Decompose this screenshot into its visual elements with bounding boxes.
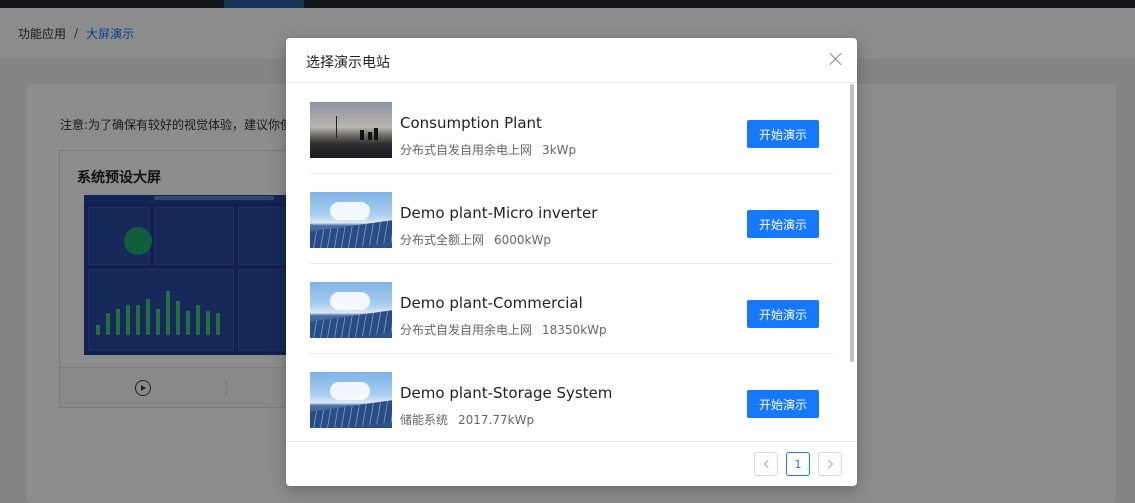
plant-capacity: 3kWp: [542, 143, 577, 157]
modal-header: 选择演示电站: [286, 38, 857, 83]
list-item: Consumption Plant 分布式自发自用余电上网 3kWp 开始演示: [310, 84, 833, 174]
list-item: Demo plant-Micro inverter 分布式全额上网 6000kWp…: [310, 174, 833, 264]
plant-name: Demo plant-Commercial: [400, 294, 583, 312]
plant-type: 储能系统: [400, 413, 449, 427]
start-demo-button[interactable]: 开始演示: [747, 210, 819, 238]
select-plant-modal: 选择演示电站 Consumption Plant 分布式自发自用余电上网 3kWp…: [286, 38, 857, 486]
plant-name: Consumption Plant: [400, 114, 542, 132]
plant-capacity: 18350kWp: [542, 323, 607, 337]
plant-info: 分布式自发自用余电上网 3kWp: [400, 141, 576, 158]
plant-list: Consumption Plant 分布式自发自用余电上网 3kWp 开始演示 D…: [286, 84, 857, 440]
list-item: Demo plant-Commercial 分布式自发自用余电上网 18350kW…: [310, 264, 833, 354]
start-demo-button[interactable]: 开始演示: [747, 300, 819, 328]
plant-info: 分布式全额上网 6000kWp: [400, 231, 551, 248]
plant-type: 分布式自发自用余电上网: [400, 143, 533, 157]
chevron-right-icon: [824, 459, 833, 469]
pagination-next-button[interactable]: [818, 452, 842, 476]
plant-thumbnail: [310, 102, 392, 158]
plant-type: 分布式自发自用余电上网: [400, 323, 533, 337]
pagination-page-button[interactable]: 1: [786, 452, 810, 476]
plant-thumbnail: [310, 372, 392, 428]
modal-footer: 1: [286, 441, 857, 486]
modal-title: 选择演示电站: [306, 55, 390, 71]
list-scrollbar[interactable]: [849, 84, 855, 440]
chevron-left-icon: [763, 459, 772, 469]
plant-name: Demo plant-Storage System: [400, 384, 613, 402]
list-item: Demo plant-Storage System 储能系统 2017.77kWp…: [310, 354, 833, 440]
plant-info: 储能系统 2017.77kWp: [400, 411, 534, 428]
plant-thumbnail: [310, 282, 392, 338]
plant-capacity: 2017.77kWp: [458, 413, 535, 427]
plant-capacity: 6000kWp: [494, 233, 551, 247]
plant-thumbnail: [310, 192, 392, 248]
scrollbar-thumb[interactable]: [850, 84, 854, 362]
plant-info: 分布式自发自用余电上网 18350kWp: [400, 321, 607, 338]
start-demo-button[interactable]: 开始演示: [747, 390, 819, 418]
plant-name: Demo plant-Micro inverter: [400, 204, 598, 222]
pagination-prev-button[interactable]: [754, 452, 778, 476]
close-icon[interactable]: [829, 52, 843, 66]
start-demo-button[interactable]: 开始演示: [747, 120, 819, 148]
plant-type: 分布式全额上网: [400, 233, 485, 247]
